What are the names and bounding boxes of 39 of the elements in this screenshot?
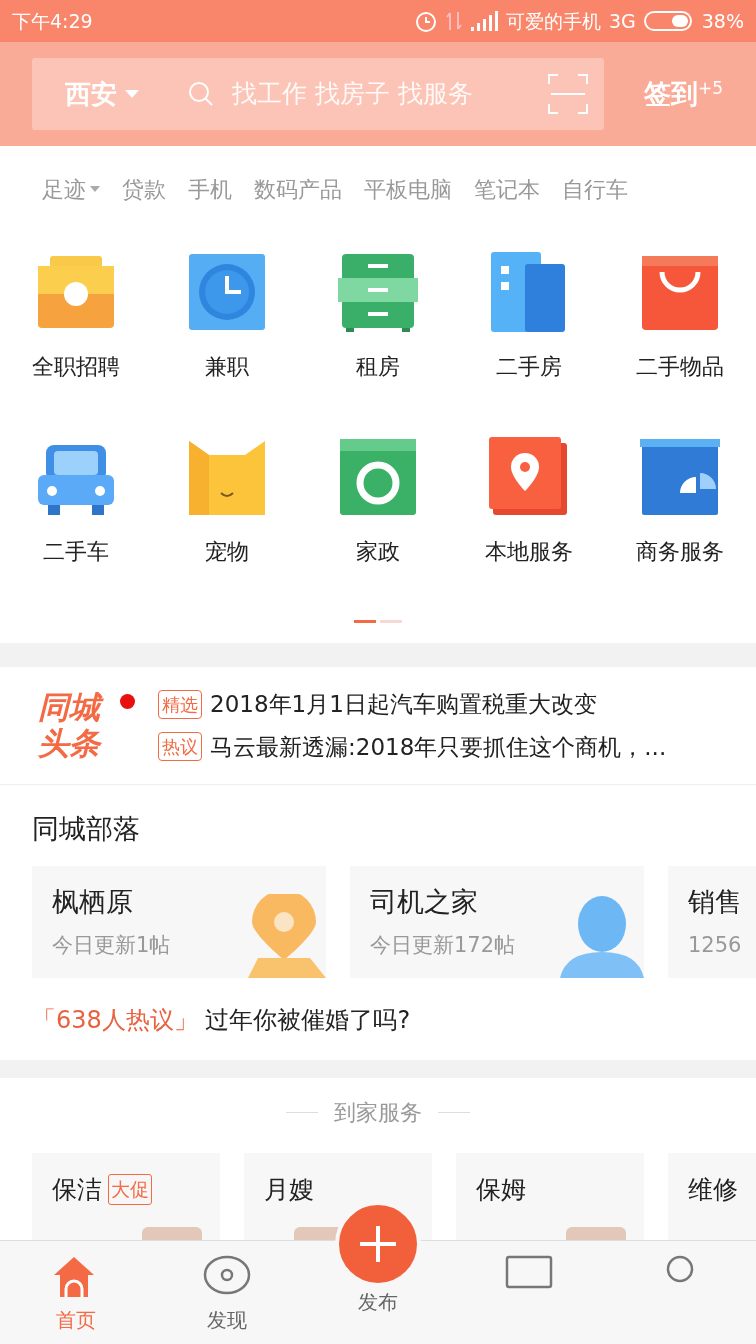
carrier-name: 可爱的手机 bbox=[505, 8, 601, 34]
category-item[interactable]: 商务服务 bbox=[604, 431, 755, 616]
tribe-name: 枫栖原 bbox=[52, 884, 134, 919]
category-item[interactable]: 家政 bbox=[302, 431, 453, 616]
headline-tag: 热议 bbox=[158, 732, 202, 762]
tribe-name: 司机之家 bbox=[370, 884, 479, 919]
category-item[interactable]: 二手物品 bbox=[604, 246, 755, 431]
tribe-name: 销售 bbox=[688, 884, 743, 919]
headline-link[interactable]: 2018年1月1日起汽车购置税重大改变 bbox=[210, 687, 597, 722]
tribe-card[interactable]: 枫栖原 今日更新1帖 bbox=[32, 865, 326, 978]
section-title: 到家服务 bbox=[334, 1098, 422, 1127]
tribe-card[interactable]: 销售 1256 bbox=[668, 865, 756, 978]
network-type: 3G bbox=[608, 8, 636, 34]
topic-link[interactable]: 「638人热议」 过年你被催婚了吗? bbox=[32, 1001, 756, 1038]
category-item[interactable]: 本地服务 bbox=[453, 431, 604, 616]
tribe-card[interactable]: 司机之家 今日更新172帖 bbox=[350, 865, 644, 978]
headline-logo-text: 头条 bbox=[38, 725, 100, 762]
tribe-update-count: 今日更新1帖 bbox=[52, 932, 172, 959]
category-item[interactable]: 二手房 bbox=[453, 246, 604, 431]
category-item[interactable]: 租房 bbox=[302, 246, 453, 431]
category-item[interactable]: 全职招聘 bbox=[0, 246, 151, 431]
service-name: 保姆 bbox=[476, 1173, 526, 1206]
promo-badge: 大促 bbox=[108, 1174, 152, 1205]
category-item[interactable]: 二手车 bbox=[0, 431, 151, 616]
tab-bar-item[interactable]: 发现 bbox=[151, 1241, 303, 1344]
headline-tag: 精选 bbox=[158, 689, 202, 719]
service-card[interactable]: 保姆 bbox=[456, 1152, 644, 1240]
category-item[interactable]: 兼职 bbox=[151, 246, 302, 431]
tribe-update-count: 今日更新172帖 bbox=[370, 932, 517, 959]
section-title: 同城部落 bbox=[32, 812, 141, 846]
service-name: 维修 bbox=[688, 1173, 738, 1206]
status-time: 下午4:29 bbox=[12, 8, 93, 34]
service-card[interactable]: 维修 bbox=[668, 1152, 756, 1240]
headline-link[interactable]: 马云最新透漏:2018年只要抓住这个商机，... bbox=[210, 729, 667, 764]
service-name: 保洁 bbox=[52, 1173, 102, 1206]
battery-percent: 38% bbox=[701, 8, 744, 34]
service-card[interactable]: 保洁 大促 bbox=[32, 1152, 220, 1240]
tribe-update-count: 1256 bbox=[688, 932, 743, 959]
category-item[interactable]: 宠物 bbox=[151, 431, 302, 616]
